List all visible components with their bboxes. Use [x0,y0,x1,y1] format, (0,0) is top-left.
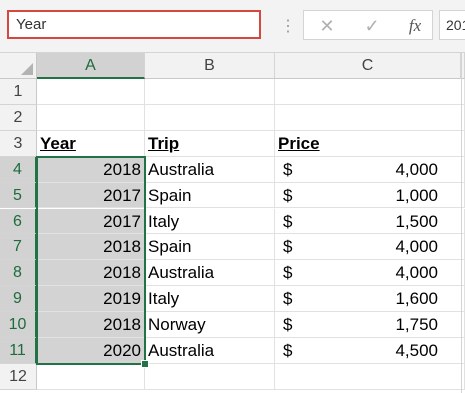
cell-b12[interactable] [145,363,275,390]
cell-b5[interactable]: Spain [145,182,275,209]
cell-b8[interactable]: Australia [145,260,275,287]
cell-c6[interactable]: $1,500 [275,208,465,235]
column-d-edge [461,53,462,393]
price-value: 1,750 [395,315,438,335]
row-header-6[interactable]: 6 [0,208,37,235]
price-value: 4,000 [395,237,438,257]
cell-a4[interactable]: 2018 [37,156,145,183]
currency-symbol: $ [283,289,293,309]
cell-c9[interactable]: $1,600 [275,286,465,313]
row-header-7[interactable]: 7 [0,234,37,261]
cell-b6[interactable]: Italy [145,208,275,235]
cell-b9[interactable]: Italy [145,286,275,313]
cell-a6[interactable]: 2017 [37,208,145,235]
price-value: 4,500 [395,341,438,360]
row-header-5[interactable]: 5 [0,182,37,209]
cell-c1[interactable] [275,79,465,105]
cell-b11[interactable]: Australia [145,338,275,364]
cell-a9[interactable]: 2019 [37,286,145,313]
select-all-corner[interactable] [0,53,37,79]
cell-b3[interactable]: Trip [145,130,275,157]
cell-c8[interactable]: $4,000 [275,260,465,287]
row-header-4[interactable]: 4 [0,156,37,183]
formula-input[interactable]: 2018 [439,10,465,40]
currency-symbol: $ [283,341,293,360]
currency-symbol: $ [283,263,293,283]
currency-symbol: $ [283,159,293,179]
formula-bar-area: Year ⋮ ✕ ✓ fx 2018 [0,0,465,53]
cell-b4[interactable]: Australia [145,156,275,183]
row-header-9[interactable]: 9 [0,286,37,313]
select-all-triangle-icon [21,63,33,75]
cell-c7[interactable]: $4,000 [275,234,465,261]
cell-c2[interactable] [275,104,465,131]
price-value: 1,000 [395,185,438,205]
cell-a7[interactable]: 2018 [37,234,145,261]
fill-handle[interactable] [141,359,149,368]
cell-c12[interactable] [275,363,465,390]
cell-c3[interactable]: Price [275,130,465,157]
cell-c4[interactable]: $4,000 [275,156,465,183]
cell-a2[interactable] [37,104,145,131]
row-header-2[interactable]: 2 [0,104,37,131]
column-header-a[interactable]: A [37,53,145,79]
cell-a12[interactable] [37,363,145,390]
row-header-1[interactable]: 1 [0,79,37,105]
cell-c5[interactable]: $1,000 [275,182,465,209]
price-value: 1,500 [395,211,438,231]
row-header-8[interactable]: 8 [0,260,37,287]
row-header-11[interactable]: 11 [0,338,37,364]
currency-symbol: $ [283,185,293,205]
price-value: 4,000 [395,159,438,179]
cell-a11[interactable]: 2020 [37,338,145,364]
currency-symbol: $ [283,211,293,231]
currency-symbol: $ [283,315,293,335]
vertical-dots-icon[interactable]: ⋮ [280,16,296,36]
row-header-3[interactable]: 3 [0,130,37,157]
cell-b1[interactable] [145,79,275,105]
price-value: 1,600 [395,289,438,309]
cell-a8[interactable]: 2018 [37,260,145,287]
formula-buttons: ✕ ✓ fx [303,10,433,40]
cell-a5[interactable]: 2017 [37,182,145,209]
insert-function-button[interactable]: fx [402,15,428,37]
cell-b2[interactable] [145,104,275,131]
name-box[interactable]: Year [7,10,261,39]
cell-a3[interactable]: Year [37,130,145,157]
column-header-b[interactable]: B [145,53,275,79]
cell-c11[interactable]: $4,500 [275,338,465,364]
cell-b7[interactable]: Spain [145,234,275,261]
cell-a1[interactable] [37,79,145,105]
cell-c10[interactable]: $1,750 [275,312,465,338]
row-header-12[interactable]: 12 [0,363,37,390]
row-header-10[interactable]: 10 [0,312,37,338]
price-value: 4,000 [395,263,438,283]
currency-symbol: $ [283,237,293,257]
check-icon[interactable]: ✓ [359,15,385,37]
cancel-icon[interactable]: ✕ [314,15,340,37]
column-header-c[interactable]: C [275,53,461,79]
cell-a10[interactable]: 2018 [37,312,145,338]
cell-b10[interactable]: Norway [145,312,275,338]
